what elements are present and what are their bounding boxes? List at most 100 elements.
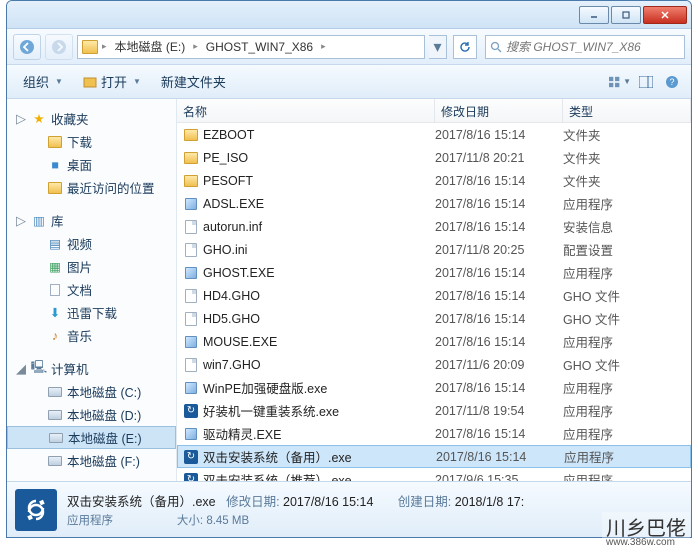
sidebar-favorites[interactable]: ▷★收藏夹 bbox=[7, 107, 176, 130]
file-row[interactable]: autorun.inf 2017/8/16 15:14安装信息 bbox=[177, 215, 691, 238]
minimize-button[interactable] bbox=[579, 6, 609, 24]
col-date[interactable]: 修改日期 bbox=[435, 99, 563, 122]
file-type: 应用程序 bbox=[563, 378, 691, 397]
file-row[interactable]: GHO.ini2017/11/8 20:25配置设置 bbox=[177, 238, 691, 261]
file-icon bbox=[183, 173, 199, 189]
file-row[interactable]: ↻双击安装系统（备用）.exe2017/8/16 15:14应用程序 bbox=[177, 445, 691, 468]
help-button[interactable]: ? bbox=[661, 72, 683, 92]
file-date: 2017/8/16 15:14 bbox=[435, 427, 563, 441]
file-row[interactable]: ↻好装机一键重装系统.exe2017/11/8 19:54应用程序 bbox=[177, 399, 691, 422]
watermark: 川乡巴佬 www.386w.com bbox=[602, 512, 690, 548]
file-name: EZBOOT bbox=[203, 128, 254, 142]
back-button[interactable] bbox=[13, 34, 41, 60]
breadcrumb-drive[interactable]: 本地磁盘 (E:) bbox=[111, 38, 190, 55]
file-row[interactable]: PESOFT2017/8/16 15:14文件夹 bbox=[177, 169, 691, 192]
file-row[interactable]: EZBOOT 2017/8/16 15:14文件夹 bbox=[177, 123, 691, 146]
sidebar-music[interactable]: ♪音乐 bbox=[7, 324, 176, 347]
file-type: 应用程序 bbox=[564, 447, 690, 466]
file-type: 安装信息 bbox=[563, 217, 691, 236]
search-icon bbox=[490, 41, 502, 53]
col-name[interactable]: 名称 bbox=[177, 99, 435, 122]
refresh-button[interactable] bbox=[453, 35, 477, 59]
file-date: 2017/8/16 15:14 bbox=[435, 289, 563, 303]
file-row[interactable]: WinPE加强硬盘版.exe 2017/8/16 15:14应用程序 bbox=[177, 376, 691, 399]
sidebar-downloads[interactable]: 下载 bbox=[7, 130, 176, 153]
close-button[interactable] bbox=[643, 6, 687, 24]
file-row[interactable]: GHOST.EXE2017/8/16 15:14应用程序 bbox=[177, 261, 691, 284]
folder-icon bbox=[82, 40, 98, 54]
file-date: 2017/11/6 20:09 bbox=[435, 358, 563, 372]
organize-menu[interactable]: 组织▼ bbox=[15, 68, 71, 95]
maximize-button[interactable] bbox=[611, 6, 641, 24]
file-type: 应用程序 bbox=[563, 401, 691, 420]
file-type: 应用程序 bbox=[563, 332, 691, 351]
file-icon: ↻ bbox=[183, 472, 199, 482]
file-list[interactable]: EZBOOT2017/8/16 15:14文件夹PE_ISO2017/11/8 … bbox=[177, 123, 691, 481]
file-date: 2017/8/16 15:14 bbox=[436, 450, 564, 464]
sidebar-drive-c[interactable]: 本地磁盘 (C:) bbox=[7, 380, 176, 403]
status-filename: 双击安装系统（备用）.exe 修改日期: 2017/8/16 15:14 创建日… bbox=[67, 491, 524, 510]
file-row[interactable]: HD5.GHO2017/8/16 15:14GHO 文件 bbox=[177, 307, 691, 330]
file-row[interactable]: win7.GHO2017/11/6 20:09GHO 文件 bbox=[177, 353, 691, 376]
sidebar-xunlei[interactable]: ⬇迅雷下载 bbox=[7, 301, 176, 324]
sidebar-pictures[interactable]: ▦图片 bbox=[7, 255, 176, 278]
file-type: 文件夹 bbox=[563, 148, 691, 167]
col-type[interactable]: 类型 bbox=[563, 99, 691, 122]
sidebar-libraries[interactable]: ▷▥库 bbox=[7, 209, 176, 232]
statusbar: 双击安装系统（备用）.exe 修改日期: 2017/8/16 15:14 创建日… bbox=[7, 481, 691, 537]
file-name: PESOFT bbox=[203, 174, 253, 188]
sidebar-desktop[interactable]: ■桌面 bbox=[7, 153, 176, 176]
file-row[interactable]: MOUSE.EXE2017/8/16 15:14应用程序 bbox=[177, 330, 691, 353]
file-date: 2017/8/16 15:14 bbox=[435, 312, 563, 326]
preview-pane-button[interactable] bbox=[635, 72, 657, 92]
new-folder-button[interactable]: 新建文件夹 bbox=[153, 68, 234, 95]
file-icon bbox=[183, 242, 199, 258]
file-type: 应用程序 bbox=[563, 194, 691, 213]
sidebar-videos[interactable]: ▤视频 bbox=[7, 232, 176, 255]
address-bar[interactable]: ▸ 本地磁盘 (E:) ▸ GHOST_WIN7_X86 ▸ bbox=[77, 35, 425, 59]
file-icon bbox=[183, 334, 199, 350]
address-dropdown[interactable]: ▾ bbox=[429, 35, 447, 59]
sidebar-recent[interactable]: 最近访问的位置 bbox=[7, 176, 176, 199]
file-row[interactable]: ADSL.EXE2017/8/16 15:14应用程序 bbox=[177, 192, 691, 215]
file-row[interactable]: HD4.GHO2017/8/16 15:14GHO 文件 bbox=[177, 284, 691, 307]
titlebar bbox=[7, 1, 691, 29]
forward-button[interactable] bbox=[45, 34, 73, 60]
file-row[interactable]: ↻双击安装系统（推荐）.exe2017/9/6 15:35应用程序 bbox=[177, 468, 691, 481]
file-row[interactable]: PE_ISO2017/11/8 20:21文件夹 bbox=[177, 146, 691, 169]
file-pane: 名称 修改日期 类型 EZBOOT2017/8/16 15:14文件夹PE_IS… bbox=[177, 99, 691, 481]
file-icon bbox=[183, 380, 199, 396]
search-box[interactable] bbox=[485, 35, 685, 59]
sidebar-drive-e[interactable]: 本地磁盘 (E:) bbox=[7, 426, 176, 449]
status-details: 应用程序 大小: 8.45 MB bbox=[67, 512, 524, 528]
open-button[interactable]: 打开▼ bbox=[75, 68, 149, 95]
file-name: GHOST.EXE bbox=[203, 266, 275, 280]
file-name: HD5.GHO bbox=[203, 312, 260, 326]
breadcrumb-folder[interactable]: GHOST_WIN7_X86 bbox=[202, 40, 317, 54]
sidebar-drive-f[interactable]: 本地磁盘 (F:) bbox=[7, 449, 176, 472]
file-type: 文件夹 bbox=[563, 171, 691, 190]
view-options-button[interactable]: ▼ bbox=[609, 72, 631, 92]
file-icon bbox=[183, 265, 199, 281]
file-name: WinPE加强硬盘版.exe bbox=[203, 378, 327, 397]
file-date: 2017/8/16 15:14 bbox=[435, 220, 563, 234]
file-icon bbox=[183, 288, 199, 304]
file-name: 好装机一键重装系统.exe bbox=[203, 401, 339, 420]
file-date: 2017/8/16 15:14 bbox=[435, 381, 563, 395]
file-row[interactable]: 驱动精灵.EXE2017/8/16 15:14应用程序 bbox=[177, 422, 691, 445]
file-date: 2017/11/8 20:25 bbox=[435, 243, 563, 257]
sidebar-drive-d[interactable]: 本地磁盘 (D:) bbox=[7, 403, 176, 426]
file-icon: ↻ bbox=[183, 403, 199, 419]
file-name: ADSL.EXE bbox=[203, 197, 264, 211]
sidebar-computer[interactable]: ◢🖳计算机 bbox=[7, 357, 176, 380]
search-input[interactable] bbox=[506, 40, 680, 54]
file-name: win7.GHO bbox=[203, 358, 261, 372]
file-type: 配置设置 bbox=[563, 240, 691, 259]
file-icon bbox=[183, 357, 199, 373]
file-type: 文件夹 bbox=[563, 125, 691, 144]
file-icon: ↻ bbox=[183, 449, 199, 465]
file-date: 2017/8/16 15:14 bbox=[435, 128, 563, 142]
file-icon bbox=[183, 127, 199, 143]
sidebar-documents[interactable]: 文档 bbox=[7, 278, 176, 301]
file-name: autorun.inf bbox=[203, 220, 262, 234]
